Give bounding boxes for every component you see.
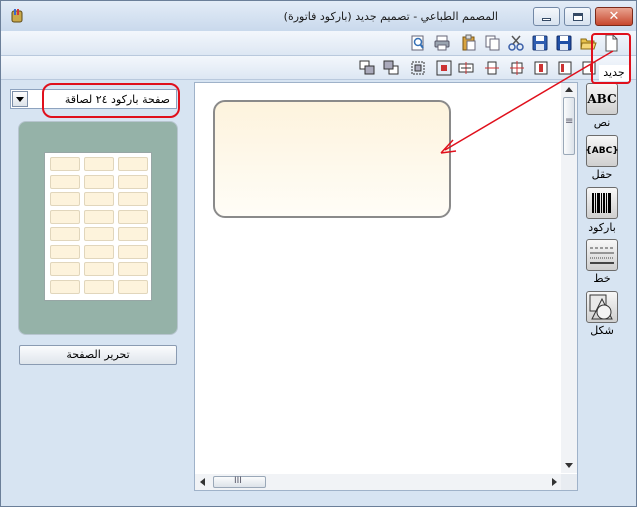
- status-bar: [1, 491, 636, 506]
- annotation-arrow-icon: [440, 50, 614, 154]
- app-window: المصمم الطباعي - تصميم جديد (باركود فاتو…: [0, 0, 637, 507]
